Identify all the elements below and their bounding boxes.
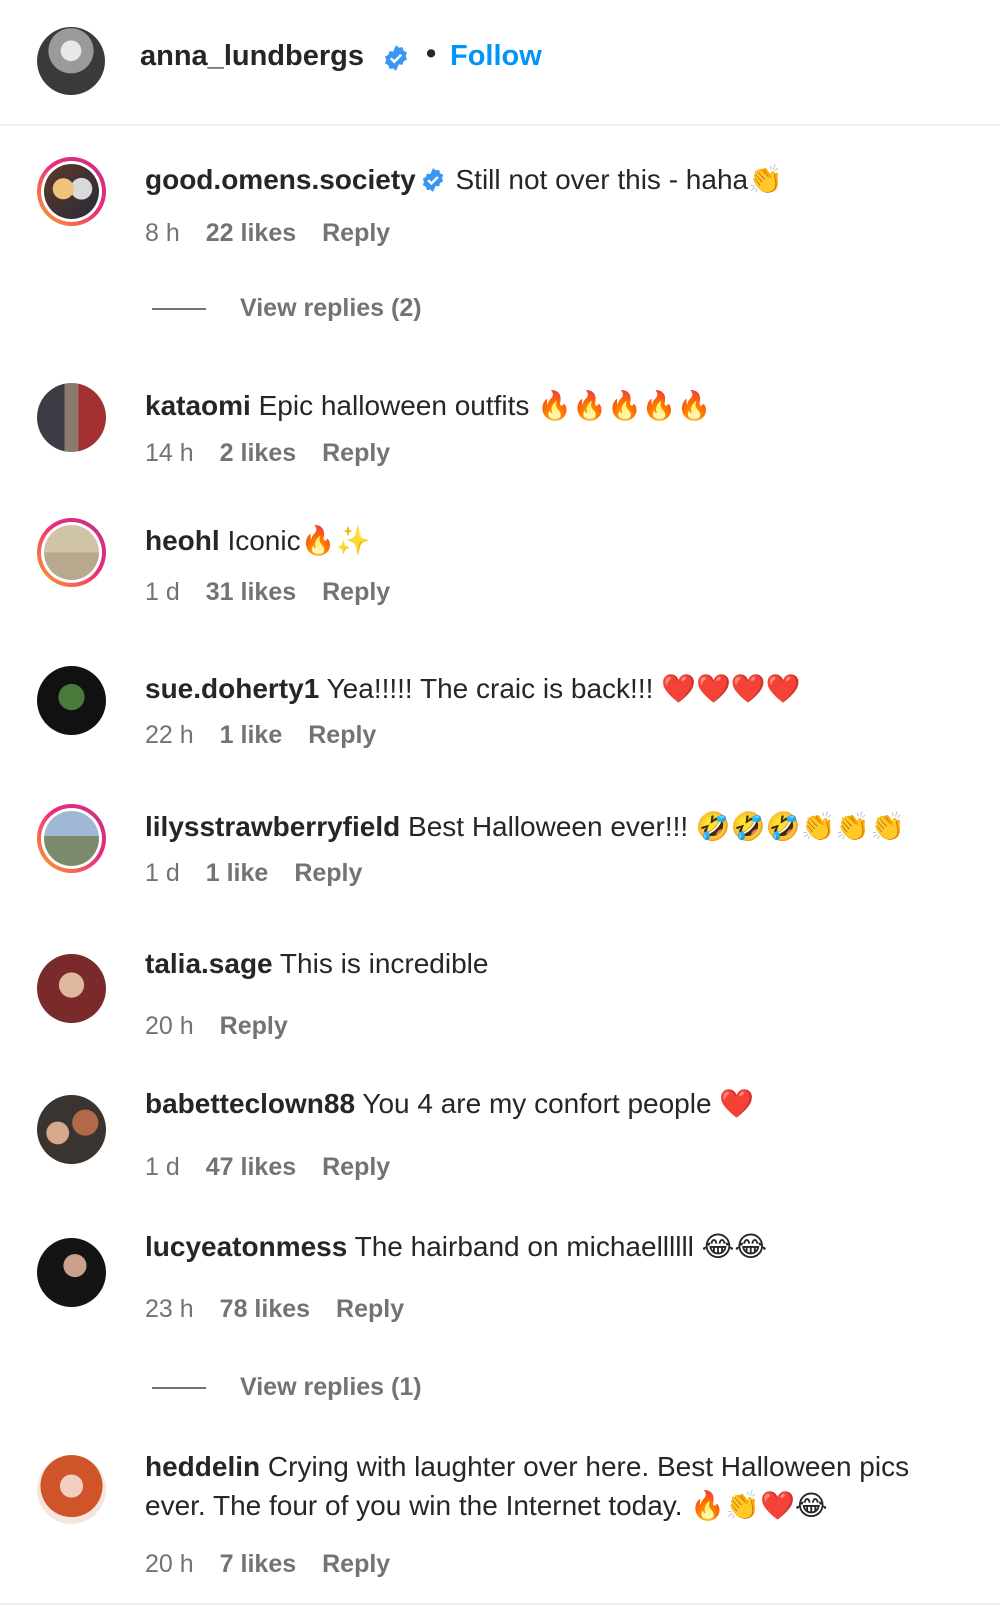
comment-likes[interactable]: 7 likes bbox=[220, 1550, 296, 1579]
comment-meta: 1 d 31 likes Reply bbox=[145, 578, 390, 607]
comment-text: This is incredible bbox=[279, 948, 489, 979]
comment-username[interactable]: heohl bbox=[145, 525, 220, 556]
comment-time: 23 h bbox=[145, 1295, 194, 1323]
comment-likes[interactable]: 1 like bbox=[220, 721, 283, 750]
post-header: anna_lundbergs • Follow bbox=[0, 0, 1000, 126]
comment-likes[interactable]: 78 likes bbox=[220, 1295, 310, 1324]
comment-meta: 8 h 22 likes Reply bbox=[145, 219, 390, 248]
author-username[interactable]: anna_lundbergs bbox=[140, 40, 364, 73]
comment-username[interactable]: lilysstrawberryfield bbox=[145, 811, 400, 842]
comment-text: The hairband on michaellllll 😂😂 bbox=[354, 1231, 768, 1262]
commenter-avatar[interactable] bbox=[37, 1095, 106, 1164]
comment-text: Iconic🔥✨ bbox=[227, 525, 371, 556]
comment-likes[interactable]: 31 likes bbox=[206, 578, 296, 607]
comment-text: Yea!!!!! The craic is back!!! ❤️❤️❤️❤️ bbox=[326, 673, 801, 704]
comment-time: 1 d bbox=[145, 859, 180, 887]
comment-time: 8 h bbox=[145, 219, 180, 247]
reply-button[interactable]: Reply bbox=[308, 721, 376, 750]
comment-text: Best Halloween ever!!! 🤣🤣🤣👏👏👏 bbox=[408, 811, 906, 842]
comment-meta: 1 d 47 likes Reply bbox=[145, 1153, 390, 1182]
comment-time: 1 d bbox=[145, 1153, 180, 1181]
commenter-avatar[interactable] bbox=[37, 518, 106, 587]
commenter-avatar[interactable] bbox=[37, 666, 106, 735]
comment-username[interactable]: good.omens.society bbox=[145, 164, 416, 195]
verified-badge-icon bbox=[420, 165, 446, 203]
view-replies-label: View replies (2) bbox=[240, 294, 422, 322]
commenter-avatar[interactable] bbox=[37, 157, 106, 226]
comment-meta: 14 h 2 likes Reply bbox=[145, 439, 390, 468]
comment-meta: 22 h 1 like Reply bbox=[145, 721, 376, 750]
comment-text: Crying with laughter over here. Best Hal… bbox=[145, 1451, 910, 1521]
reply-button[interactable]: Reply bbox=[322, 439, 390, 468]
comment-meta: 20 h Reply bbox=[145, 1012, 288, 1041]
reply-button[interactable]: Reply bbox=[322, 1550, 390, 1579]
reply-button[interactable]: Reply bbox=[336, 1295, 404, 1324]
reply-button[interactable]: Reply bbox=[322, 219, 390, 248]
replies-divider bbox=[152, 307, 206, 310]
comment-username[interactable]: talia.sage bbox=[145, 948, 273, 979]
comment-time: 1 d bbox=[145, 578, 180, 606]
comment-time: 14 h bbox=[145, 439, 194, 467]
comment-time: 20 h bbox=[145, 1012, 194, 1040]
comment-likes[interactable]: 22 likes bbox=[206, 219, 296, 248]
verified-badge-icon bbox=[382, 44, 410, 77]
comment-likes[interactable]: 47 likes bbox=[206, 1153, 296, 1182]
commenter-avatar[interactable] bbox=[37, 804, 106, 873]
reply-button[interactable]: Reply bbox=[294, 859, 362, 888]
bottom-divider bbox=[0, 1603, 1000, 1605]
commenter-avatar[interactable] bbox=[37, 1455, 106, 1524]
reply-button[interactable]: Reply bbox=[220, 1012, 288, 1041]
view-replies-button[interactable]: View replies (2) bbox=[152, 294, 422, 323]
comment-username[interactable]: kataomi bbox=[145, 390, 251, 421]
follow-button[interactable]: Follow bbox=[450, 40, 542, 73]
comment-meta: 1 d 1 like Reply bbox=[145, 859, 362, 888]
comment-time: 22 h bbox=[145, 721, 194, 749]
comment-username[interactable]: heddelin bbox=[145, 1451, 260, 1482]
comment-username[interactable]: lucyeatonmess bbox=[145, 1231, 347, 1262]
replies-divider bbox=[152, 1386, 206, 1389]
reply-button[interactable]: Reply bbox=[322, 578, 390, 607]
commenter-avatar[interactable] bbox=[37, 383, 106, 452]
view-replies-label: View replies (1) bbox=[240, 1373, 422, 1401]
view-replies-button[interactable]: View replies (1) bbox=[152, 1373, 422, 1402]
comment-time: 20 h bbox=[145, 1550, 194, 1578]
comment-text: Epic halloween outfits 🔥🔥🔥🔥🔥 bbox=[258, 390, 712, 421]
comment-username[interactable]: babetteclown88 bbox=[145, 1088, 355, 1119]
commenter-avatar[interactable] bbox=[37, 954, 106, 1023]
comment-likes[interactable]: 2 likes bbox=[220, 439, 296, 468]
comment-meta: 23 h 78 likes Reply bbox=[145, 1295, 404, 1324]
header-separator: • bbox=[426, 38, 437, 70]
commenter-avatar[interactable] bbox=[37, 1238, 106, 1307]
reply-button[interactable]: Reply bbox=[322, 1153, 390, 1182]
comment-likes[interactable]: 1 like bbox=[206, 859, 269, 888]
author-avatar[interactable] bbox=[37, 27, 105, 95]
comment-text: You 4 are my confort people ❤️ bbox=[362, 1088, 755, 1119]
comment-text: Still not over this - haha👏 bbox=[455, 164, 783, 195]
comment-username[interactable]: sue.doherty1 bbox=[145, 673, 319, 704]
comment-meta: 20 h 7 likes Reply bbox=[145, 1550, 390, 1579]
